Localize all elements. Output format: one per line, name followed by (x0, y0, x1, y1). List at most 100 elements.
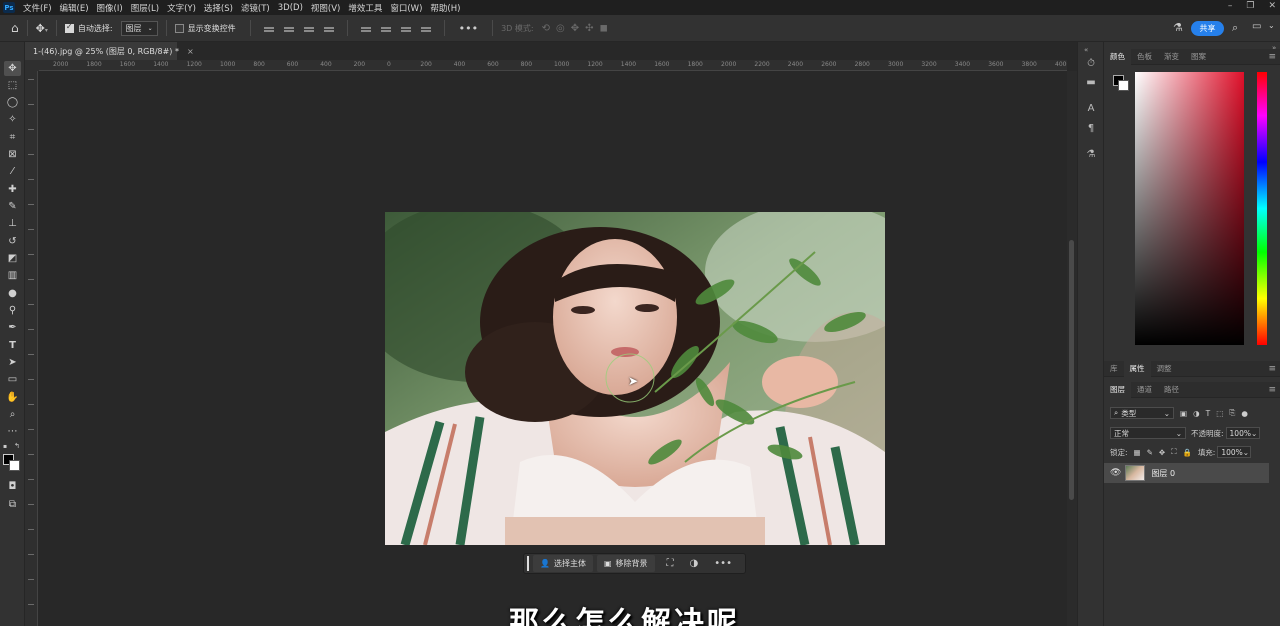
history-brush-icon[interactable]: ↺ (4, 234, 21, 249)
share-button[interactable]: 共享 (1191, 21, 1224, 36)
path-selection-icon[interactable]: ➤ (4, 355, 21, 370)
eraser-tool-icon[interactable]: ◩ (4, 251, 21, 266)
select-subject-button[interactable]: 👤 选择主体 (533, 555, 593, 572)
gradient-tool-icon[interactable]: ▥ (4, 268, 21, 283)
tab-adjustments[interactable]: 调整 (1151, 361, 1178, 377)
lock-transparency-icon[interactable]: ▦ (1134, 448, 1141, 457)
panel-menu-icon[interactable]: ≡ (1268, 385, 1276, 395)
lock-position-icon[interactable]: ✥ (1159, 448, 1165, 457)
lasso-tool-icon[interactable]: ◯ (4, 95, 21, 110)
more-options-icon[interactable]: ••• (459, 22, 478, 35)
transform-icon[interactable]: ⛶ (667, 558, 674, 569)
more-tools-icon[interactable]: ⋯ (4, 424, 21, 439)
visibility-eye-icon[interactable]: 👁 (1110, 468, 1121, 478)
more-icon[interactable]: ••• (714, 558, 732, 569)
filter-adjustment-icon[interactable]: ◑ (1193, 409, 1200, 418)
tab-layers[interactable]: 图层 (1104, 381, 1131, 398)
home-icon[interactable]: ⌂ (11, 21, 19, 35)
align-middle-icon[interactable] (379, 23, 393, 33)
vertical-ruler[interactable] (25, 71, 38, 626)
move-tool-preset-icon[interactable]: ✥▾ (36, 22, 48, 35)
tab-gradients[interactable]: 渐变 (1158, 49, 1185, 65)
quick-mask-icon[interactable]: ◘ (4, 479, 21, 494)
menu-file[interactable]: 文件(F) (23, 2, 52, 14)
type-tool-icon[interactable]: T (4, 338, 21, 353)
tab-patterns[interactable]: 图案 (1185, 49, 1212, 65)
brush-tool-icon[interactable]: ✎ (4, 199, 21, 214)
layer-kind-dropdown[interactable]: ⌕ 类型 ⌄ (1110, 407, 1174, 419)
distribute-icon[interactable] (322, 23, 336, 33)
color-picker-field[interactable] (1135, 72, 1244, 345)
align-bottom-icon[interactable] (399, 23, 413, 33)
hand-tool-icon[interactable]: ✋ (4, 390, 21, 405)
rectangle-tool-icon[interactable]: ▭ (4, 372, 21, 387)
pen-tool-icon[interactable]: ✒ (4, 320, 21, 335)
menu-type[interactable]: 文字(Y) (167, 2, 196, 14)
minimize-icon[interactable]: – (1228, 1, 1233, 11)
show-transform-checkbox[interactable] (174, 23, 184, 33)
frame-tool-icon[interactable]: ⊠ (4, 147, 21, 162)
flask-icon[interactable]: ⚗ (1173, 21, 1183, 34)
opacity-field[interactable]: 100% ⌄ (1225, 427, 1260, 439)
comments-icon[interactable]: ▬ (1084, 75, 1098, 89)
adjustment-icon[interactable]: ◑ (690, 558, 699, 569)
menu-view[interactable]: 视图(V) (311, 2, 340, 14)
color-background-swatch[interactable] (1118, 80, 1129, 91)
default-colors-icon[interactable]: ▪ (3, 443, 7, 450)
align-center-icon[interactable] (282, 23, 296, 33)
close-tab-icon[interactable]: × (187, 47, 194, 56)
menu-3d[interactable]: 3D(D) (278, 3, 303, 13)
hue-slider[interactable] (1257, 72, 1267, 345)
character-icon[interactable]: A (1084, 101, 1098, 115)
dodge-tool-icon[interactable]: ⚲ (4, 303, 21, 318)
layer-item[interactable]: 👁 图层 0 (1104, 463, 1269, 483)
blend-mode-dropdown[interactable]: 正常 ⌄ (1110, 427, 1186, 439)
menu-edit[interactable]: 编辑(E) (60, 2, 89, 14)
move-tool-icon[interactable]: ✥ (4, 61, 21, 76)
background-color-swatch[interactable] (9, 460, 20, 471)
workspace-chevron-icon[interactable]: ⌄ (1268, 21, 1275, 30)
crop-tool-icon[interactable]: ⌗ (4, 130, 21, 145)
align-right-icon[interactable] (302, 23, 316, 33)
auto-select-checkbox[interactable] (64, 22, 74, 33)
filter-pixel-icon[interactable]: ▣ (1180, 409, 1187, 418)
menu-window[interactable]: 窗口(W) (390, 2, 422, 14)
filter-type-icon[interactable]: T (1206, 409, 1211, 418)
screen-mode-icon[interactable]: ⧉ (4, 497, 21, 512)
blur-tool-icon[interactable]: ● (4, 286, 21, 301)
close-window-icon[interactable]: ✕ (1268, 1, 1276, 11)
tab-swatches[interactable]: 色板 (1131, 49, 1158, 65)
filter-toggle-icon[interactable]: ● (1241, 409, 1248, 418)
align-left-icon[interactable] (262, 23, 276, 33)
panel-menu-icon[interactable]: ≡ (1268, 52, 1276, 62)
filter-smart-icon[interactable]: ⎘ (1229, 408, 1235, 418)
distribute-vertical-icon[interactable] (419, 23, 433, 33)
eyedropper-tool-icon[interactable]: ⁄ (4, 164, 21, 179)
restore-icon[interactable]: ❐ (1246, 1, 1254, 11)
beaker-icon[interactable]: ⚗ (1084, 147, 1098, 161)
tab-channels[interactable]: 通道 (1131, 382, 1158, 398)
tab-properties[interactable]: 属性 (1123, 360, 1151, 377)
collapse-icon[interactable]: « (1084, 46, 1088, 54)
menu-help[interactable]: 帮助(H) (430, 2, 460, 14)
menu-image[interactable]: 图像(I) (97, 2, 123, 14)
search-icon[interactable]: ⌕ (1232, 21, 1238, 35)
remove-background-button[interactable]: ▣ 移除背景 (596, 555, 655, 572)
zoom-tool-icon[interactable]: ⌕ (4, 407, 21, 422)
align-top-icon[interactable] (359, 23, 373, 33)
magic-wand-tool-icon[interactable]: ✧ (4, 112, 21, 127)
tab-paths[interactable]: 路径 (1158, 382, 1185, 398)
panel-menu-icon[interactable]: ≡ (1268, 364, 1276, 374)
fill-field[interactable]: 100% ⌄ (1217, 446, 1252, 458)
tab-libraries[interactable]: 库 (1104, 361, 1124, 377)
history-icon[interactable]: ⏱ (1084, 56, 1098, 70)
menu-layer[interactable]: 图层(L) (131, 2, 159, 14)
scrollbar-thumb[interactable] (1069, 240, 1074, 500)
drag-handle[interactable] (527, 556, 529, 571)
horizontal-ruler[interactable]: 2000 1800 1600 1400 1200 1000 800 600 400 200 0 200… (39, 60, 1067, 71)
menu-select[interactable]: 选择(S) (204, 2, 233, 14)
marquee-tool-icon[interactable]: ⬚ (4, 78, 21, 93)
document-tab[interactable]: 1-(46).jpg @ 25% (图层 0, RGB/8#) * × (25, 42, 194, 60)
lock-artboard-icon[interactable]: ⛶ (1171, 447, 1176, 457)
paragraph-icon[interactable]: ¶ (1084, 121, 1098, 135)
